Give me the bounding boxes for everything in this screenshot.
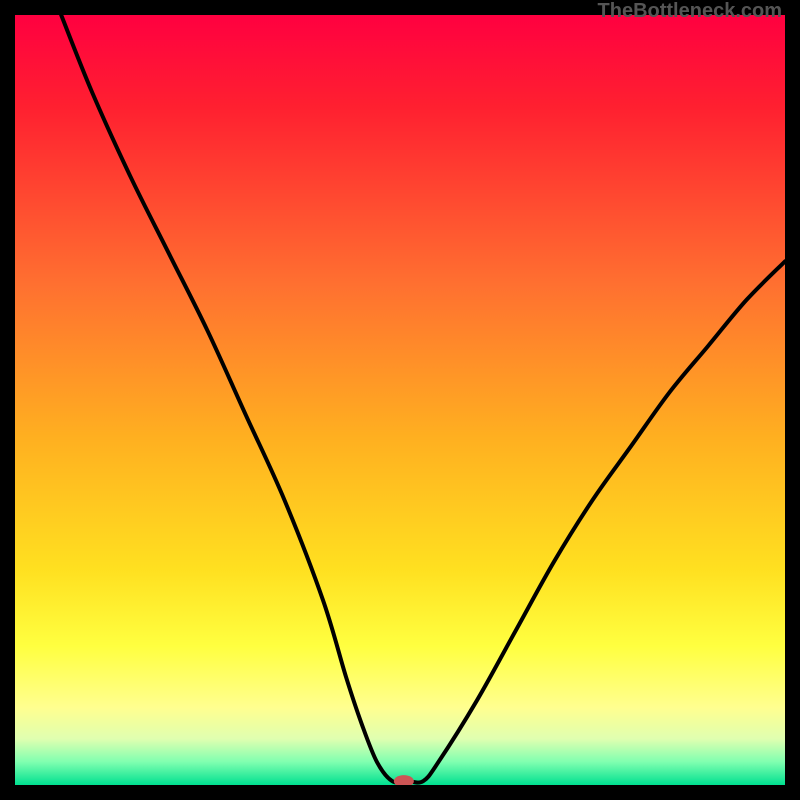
chart-container: TheBottleneck.com [0, 0, 800, 800]
bottleneck-curve [61, 15, 785, 783]
watermark-text: TheBottleneck.com [598, 0, 782, 23]
curve-layer [15, 15, 785, 785]
bottleneck-marker [394, 775, 414, 785]
plot-area [15, 15, 785, 785]
